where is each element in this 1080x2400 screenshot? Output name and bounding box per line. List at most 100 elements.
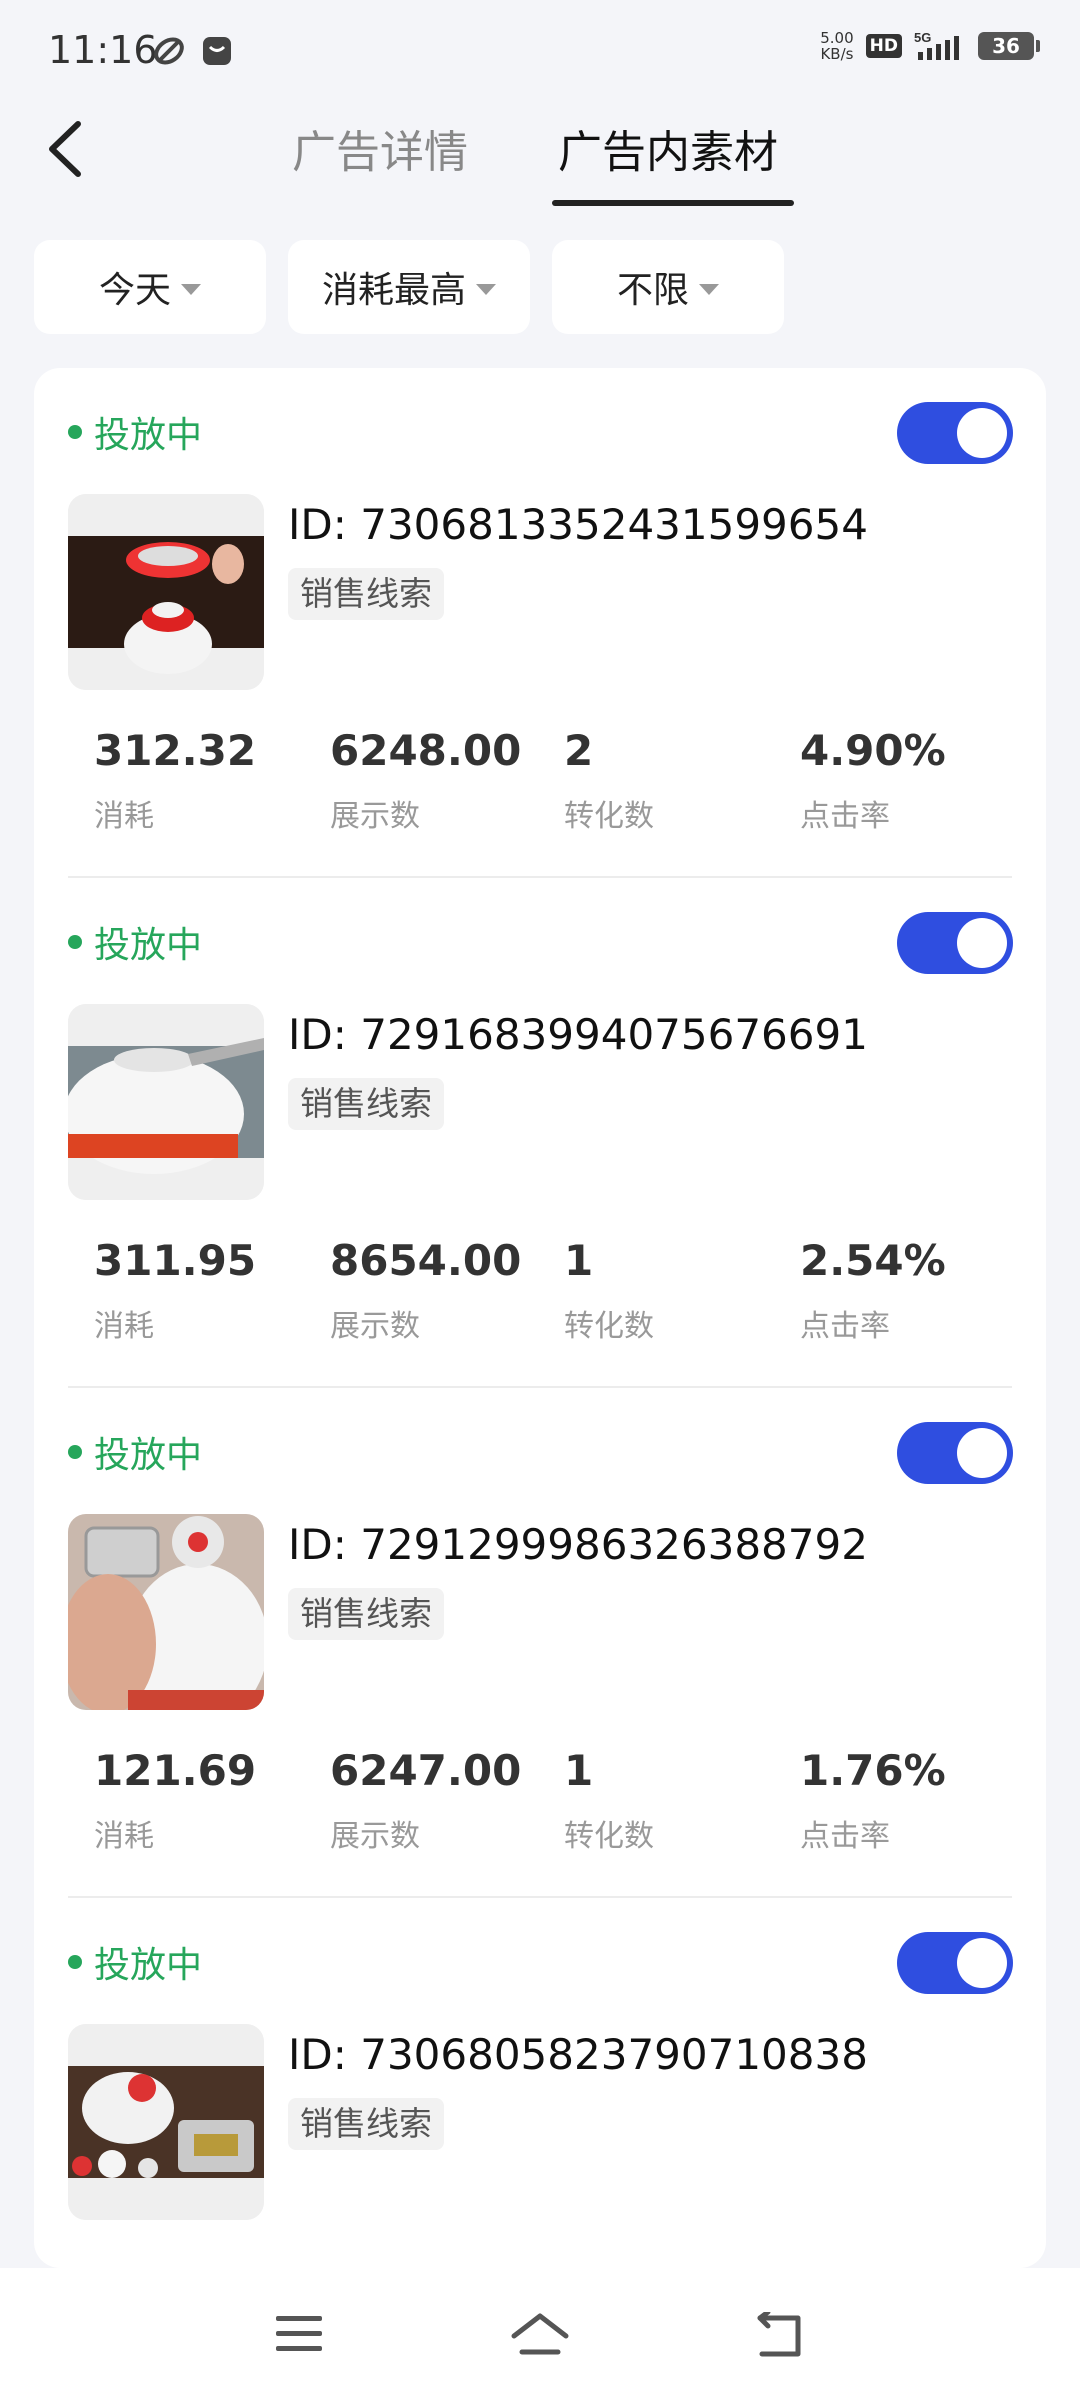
- metric-value: 6248.00: [330, 726, 522, 775]
- battery-level: 36: [992, 34, 1020, 58]
- bottle-thumbnail-image: [68, 1514, 264, 1710]
- date-filter-dropdown[interactable]: 今天: [34, 240, 266, 334]
- metric-value: 8654.00: [330, 1236, 522, 1285]
- material-id: ID: 7291299986326388792: [288, 1520, 868, 1569]
- material-thumbnail[interactable]: [68, 494, 264, 690]
- metric-label: 转化数: [564, 799, 654, 834]
- status-dot-icon: [68, 1445, 82, 1459]
- delivery-toggle[interactable]: [897, 912, 1013, 974]
- status-right-group: 5.00 KB/s HD 5G 36: [820, 30, 1040, 62]
- material-item[interactable]: 投放中 ID: 7306813352431599654 销售线索 312.32 消…: [34, 368, 1046, 878]
- back-arrow-icon[interactable]: [38, 114, 98, 184]
- metric-value: 6247.00: [330, 1746, 522, 1795]
- delivery-status: 投放中: [94, 925, 203, 966]
- metric-impressions: 6247.00 展示数: [330, 1746, 521, 1855]
- limit-filter-dropdown[interactable]: 不限: [552, 240, 784, 334]
- toggle-knob: [957, 1938, 1007, 1988]
- material-tag: 销售线索: [288, 2098, 444, 2150]
- menu-icon[interactable]: [274, 2312, 324, 2356]
- status-time: 11:16: [48, 28, 158, 72]
- tab-ad-details[interactable]: 广告详情: [292, 116, 468, 180]
- material-id: ID: 7291683994075676691: [288, 1010, 868, 1059]
- limit-filter-label: 不限: [616, 270, 689, 311]
- metric-conversions: 1 转化数: [564, 1746, 654, 1855]
- metric-value: 1: [564, 1746, 594, 1795]
- material-item[interactable]: 投放中 ID: 7291683994075676691 销售线索 311.95 消…: [34, 878, 1046, 1388]
- bottle-thumbnail-image: [68, 1004, 264, 1200]
- system-nav-bar: [0, 2268, 1080, 2400]
- metric-impressions: 8654.00 展示数: [330, 1236, 521, 1345]
- active-tab-indicator: [552, 200, 794, 206]
- metric-ctr: 1.76% 点击率: [800, 1746, 946, 1855]
- metric-cost: 311.95 消耗: [94, 1236, 256, 1345]
- delivery-status: 投放中: [94, 415, 203, 456]
- toggle-knob: [957, 1428, 1007, 1478]
- status-dot-icon: [68, 935, 82, 949]
- metric-conversions: 2 转化数: [564, 726, 654, 835]
- delivery-toggle[interactable]: [897, 402, 1013, 464]
- metric-label: 点击率: [800, 1819, 890, 1854]
- metric-label: 展示数: [330, 1819, 420, 1854]
- toggle-knob: [957, 918, 1007, 968]
- material-id: ID: 7306813352431599654: [288, 500, 868, 549]
- net-speed: 5.00 KB/s: [820, 30, 853, 62]
- material-thumbnail[interactable]: [68, 2024, 264, 2220]
- status-row: 投放中: [68, 1426, 202, 1478]
- metric-ctr: 4.90% 点击率: [800, 726, 946, 835]
- metrics-row: 121.69 消耗 6247.00 展示数 1 转化数 1.76% 点击率: [94, 1746, 1034, 1866]
- status-row: 投放中: [68, 406, 202, 458]
- metric-ctr: 2.54% 点击率: [800, 1236, 946, 1345]
- metric-value: 2: [564, 726, 594, 775]
- material-thumbnail[interactable]: [68, 1004, 264, 1200]
- status-row: 投放中: [68, 1936, 202, 1988]
- status-row: 投放中: [68, 916, 202, 968]
- status-bar: 11:16 5.00 KB/s HD 5G 36: [0, 0, 1080, 100]
- message-icon: [203, 37, 231, 65]
- material-tag: 销售线索: [288, 1588, 444, 1640]
- metric-label: 消耗: [94, 799, 154, 834]
- hd-badge: HD: [865, 34, 902, 58]
- metric-value: 121.69: [94, 1746, 257, 1795]
- metric-value: 4.90%: [800, 726, 946, 775]
- caret-down-icon: [181, 283, 201, 295]
- back-icon[interactable]: [754, 2312, 806, 2360]
- delivery-status: 投放中: [94, 1945, 203, 1986]
- metrics-row: 312.32 消耗 6248.00 展示数 2 转化数 4.90% 点击率: [94, 726, 1034, 846]
- metric-label: 展示数: [330, 1309, 420, 1344]
- metric-value: 1: [564, 1236, 594, 1285]
- material-tag: 销售线索: [288, 568, 444, 620]
- home-icon[interactable]: [510, 2312, 570, 2360]
- material-tag: 销售线索: [288, 1078, 444, 1130]
- material-id: ID: 7306805823790710838: [288, 2030, 868, 2079]
- caret-down-icon: [699, 283, 719, 295]
- bottle-thumbnail-image: [68, 2024, 264, 2220]
- signal-icon: 5G: [914, 30, 959, 60]
- metric-value: 2.54%: [800, 1236, 946, 1285]
- status-dot-icon: [68, 425, 82, 439]
- net-speed-value: 5.00: [820, 29, 854, 47]
- material-list-card: 投放中 ID: 7306813352431599654 销售线索 312.32 消…: [34, 368, 1046, 2268]
- battery-icon: 36: [978, 32, 1040, 60]
- material-thumbnail[interactable]: [68, 1514, 264, 1710]
- metric-cost: 312.32 消耗: [94, 726, 256, 835]
- metrics-row: 311.95 消耗 8654.00 展示数 1 转化数 2.54% 点击率: [94, 1236, 1034, 1356]
- delivery-toggle[interactable]: [897, 1932, 1013, 1994]
- metric-label: 点击率: [800, 1309, 890, 1344]
- svg-text:5G: 5G: [914, 30, 931, 45]
- delivery-toggle[interactable]: [897, 1422, 1013, 1484]
- metric-value: 312.32: [94, 726, 257, 775]
- material-item[interactable]: 投放中 ID: 7291299986326388792 销售线索 121.69 消…: [34, 1388, 1046, 1898]
- sort-filter-dropdown[interactable]: 消耗最高: [288, 240, 530, 334]
- net-speed-unit: KB/s: [820, 45, 854, 63]
- toggle-knob: [957, 408, 1007, 458]
- metric-label: 消耗: [94, 1819, 154, 1854]
- metric-cost: 121.69 消耗: [94, 1746, 256, 1855]
- metric-impressions: 6248.00 展示数: [330, 726, 521, 835]
- tab-ad-materials[interactable]: 广告内素材: [558, 116, 778, 180]
- metric-value: 311.95: [94, 1236, 257, 1285]
- delivery-status: 投放中: [94, 1435, 203, 1476]
- metric-label: 转化数: [564, 1309, 654, 1344]
- material-item[interactable]: 投放中 ID: 7306805823790710838 销售线索: [34, 1898, 1046, 2268]
- metric-value: 1.76%: [800, 1746, 946, 1795]
- metric-label: 展示数: [330, 799, 420, 834]
